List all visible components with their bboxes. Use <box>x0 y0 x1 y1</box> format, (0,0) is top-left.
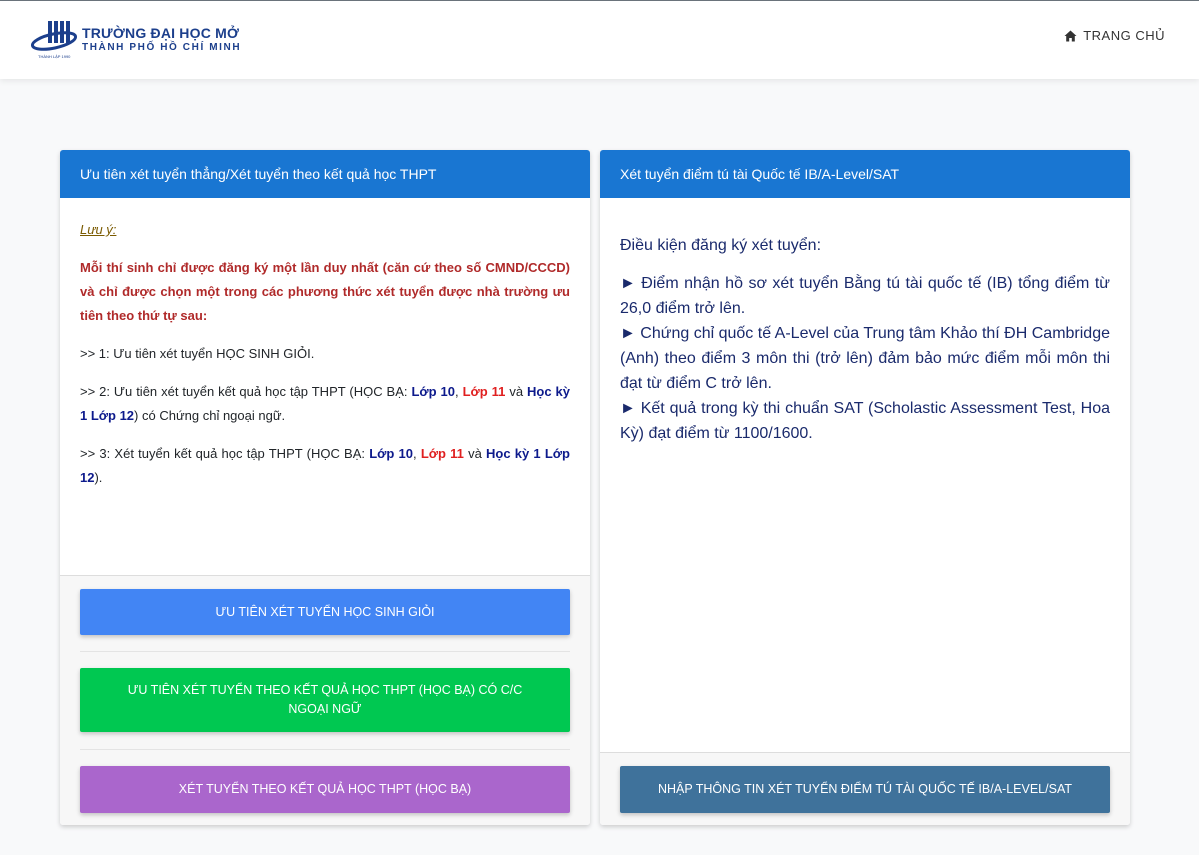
condition-sat: ► Kết quả trong kỳ thi chuẩn SAT (Schola… <box>620 400 1110 442</box>
international-entry-button[interactable]: NHẬP THÔNG TIN XÉT TUYỂN ĐIỂM TÚ TÀI QUỐ… <box>620 766 1110 813</box>
card-body: Điều kiện đăng ký xét tuyển: ► Điểm nhận… <box>620 233 1110 446</box>
brand-name: TRƯỜNG ĐẠI HỌC MỞ <box>82 25 240 41</box>
grade-11: Lớp 11 <box>462 384 506 399</box>
nav-home-link[interactable]: TRANG CHỦ <box>1064 28 1165 43</box>
brand-established: THÀNH LẬP 1990 <box>38 54 71 59</box>
card-footer: NHẬP THÔNG TIN XÉT TUYỂN ĐIỂM TÚ TÀI QUỐ… <box>600 752 1130 825</box>
condition-ib: ► Điểm nhận hồ sơ xét tuyển Bằng tú tài … <box>620 275 1110 317</box>
gifted-student-button[interactable]: ƯU TIÊN XÉT TUYỂN HỌC SINH GIỎI <box>80 589 570 635</box>
navbar: THÀNH LẬP 1990 TRƯỜNG ĐẠI HỌC MỞ THÀNH P… <box>0 1 1199 79</box>
condition-a-level: ► Chứng chỉ quốc tế A-Level của Trung tâ… <box>620 325 1110 392</box>
card-footer: ƯU TIÊN XÉT TUYỂN HỌC SINH GIỎI ƯU TIÊN … <box>60 575 590 825</box>
card-title: Ưu tiên xét tuyển thẳng/Xét tuyển theo k… <box>60 150 590 198</box>
nav-home-label: TRANG CHỦ <box>1083 28 1165 43</box>
home-icon <box>1064 30 1077 41</box>
option-3: >> 3: Xét tuyển kết quả học tập THPT (HỌ… <box>80 446 570 485</box>
condition-label: Điều kiện đăng ký xét tuyển: <box>620 237 822 254</box>
registration-notice: Mỗi thí sinh chỉ được đăng ký một lần du… <box>80 260 570 323</box>
transcript-admission-button[interactable]: XÉT TUYỂN THEO KẾT QUẢ HỌC THPT (HỌC BẠ) <box>80 766 570 813</box>
international-admission-card: Xét tuyển điểm tú tài Quốc tế IB/A-Level… <box>600 150 1130 825</box>
divider <box>80 651 570 652</box>
grade-11: Lớp 11 <box>420 446 464 461</box>
grade-10: Lớp 10 <box>411 384 455 399</box>
card-title: Xét tuyển điểm tú tài Quốc tế IB/A-Level… <box>600 150 1130 198</box>
grade-10: Lớp 10 <box>369 446 413 461</box>
brand[interactable]: THÀNH LẬP 1990 TRƯỜNG ĐẠI HỌC MỞ THÀNH P… <box>30 19 250 63</box>
note-label: Lưu ý: <box>80 222 117 237</box>
card-body: Lưu ý: Mỗi thí sinh chỉ được đăng ký một… <box>80 218 570 490</box>
option-2: >> 2: Ưu tiên xét tuyển kết quả học tập … <box>80 384 570 423</box>
brand-subtitle: THÀNH PHỐ HỒ CHÍ MINH <box>82 42 242 53</box>
transcript-language-cert-button[interactable]: ƯU TIÊN XÉT TUYỂN THEO KẾT QUẢ HỌC THPT … <box>80 668 570 732</box>
divider <box>80 749 570 750</box>
option-1: >> 1: Ưu tiên xét tuyển HỌC SINH GIỎI. <box>80 346 315 361</box>
priority-admission-card: Ưu tiên xét tuyển thẳng/Xét tuyển theo k… <box>60 150 590 825</box>
